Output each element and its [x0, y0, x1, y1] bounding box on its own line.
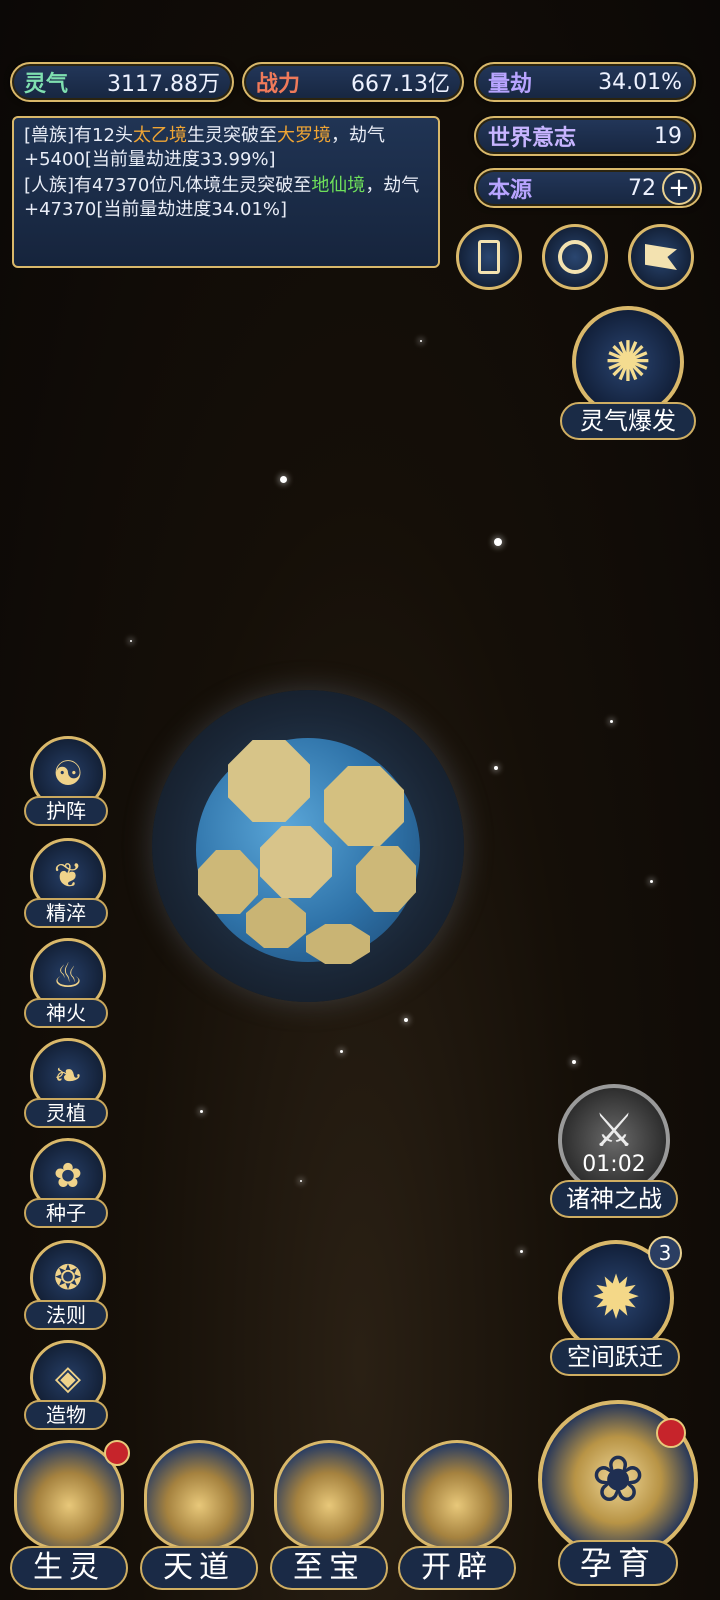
creation-emblem-icon	[402, 1440, 512, 1550]
starburst-icon: ✺	[604, 329, 652, 395]
treasure-emblem-icon	[274, 1440, 384, 1550]
realm-text: 大罗境	[276, 125, 331, 146]
nav-label: 开辟	[398, 1546, 516, 1590]
space-leap-button[interactable]: ✹ 3 空间跃迁	[548, 1236, 684, 1378]
side-button-label: 灵植	[24, 1098, 108, 1128]
embryo-icon: ❀	[591, 1443, 645, 1517]
log-text: [兽族]有12头	[24, 125, 133, 146]
spirit-burst-button[interactable]: ✺ 灵气爆发	[560, 306, 696, 442]
side-button-label: 种子	[24, 1198, 108, 1228]
side-button-zaowu[interactable]: ◈ 造物	[24, 1340, 114, 1436]
book-icon	[478, 240, 500, 274]
flag-icon	[645, 244, 677, 270]
liangjie-label: 量劫	[488, 72, 533, 97]
plus-icon: +	[668, 173, 690, 203]
log-text: 生灵突破至	[186, 125, 277, 146]
log-text: [人族]有47370位凡体境生灵突破至	[24, 175, 312, 196]
side-button-label: 神火	[24, 998, 108, 1028]
world-will-stat: 世界意志 19	[474, 116, 696, 156]
nav-shengling[interactable]: 生灵	[10, 1440, 130, 1596]
land-plate	[246, 898, 306, 948]
side-button-zhongzi[interactable]: ✿ 种子	[24, 1138, 114, 1234]
shield-ring-button[interactable]	[542, 224, 608, 290]
zhanli-label: 战力	[256, 72, 301, 97]
realm-text: 地仙境	[311, 175, 366, 196]
notification-dot	[104, 1440, 130, 1466]
heaven-way-emblem-icon	[144, 1440, 254, 1550]
nav-label: 生灵	[10, 1546, 128, 1590]
lingqi-stat: 灵气 3117.88万	[10, 62, 234, 102]
nav-label: 至宝	[270, 1546, 388, 1590]
side-button-label: 精淬	[24, 898, 108, 928]
side-button-jingcui[interactable]: ❦ 精淬	[24, 838, 114, 934]
nurture-button[interactable]: ❀ 孕育	[532, 1400, 704, 1596]
side-button-huzhen[interactable]: ☯ 护阵	[24, 736, 114, 832]
origin-stat: 本源 72 +	[474, 168, 702, 208]
spirit-burst-label: 灵气爆发	[560, 402, 696, 440]
side-button-lingzhi[interactable]: ❧ 灵植	[24, 1038, 114, 1134]
origin-value: 72	[628, 175, 656, 201]
book-button[interactable]	[456, 224, 522, 290]
flag-button[interactable]	[628, 224, 694, 290]
sword-icon: ⚔	[593, 1103, 635, 1157]
space-leap-badge: 3	[648, 1236, 682, 1270]
origin-label: 本源	[488, 178, 533, 203]
add-origin-button[interactable]: +	[662, 171, 696, 205]
lingqi-value: 3117.88万	[107, 72, 220, 97]
side-button-label: 护阵	[24, 796, 108, 826]
land-plate	[306, 924, 370, 964]
lingqi-label: 灵气	[24, 72, 69, 97]
side-button-label: 造物	[24, 1400, 108, 1430]
space-leap-label: 空间跃迁	[550, 1338, 680, 1376]
log-entry: [人族]有47370位凡体境生灵突破至地仙境，劫气+47370[当前量劫进度34…	[24, 174, 428, 222]
war-timer: 01:02	[582, 1152, 646, 1177]
world-will-value: 19	[654, 123, 682, 149]
side-button-faze[interactable]: ❂ 法则	[24, 1240, 114, 1336]
land-plate	[324, 766, 404, 846]
zhanli-value: 667.13亿	[351, 72, 450, 97]
log-entry: [兽族]有12头太乙境生灵突破至大罗境，劫气+5400[当前量劫进度33.99%…	[24, 124, 428, 172]
battle-of-gods-button[interactable]: ⚔ 01:02 诸神之战	[548, 1084, 680, 1220]
shield-ring-icon	[558, 240, 592, 274]
nav-tiandao[interactable]: 天道	[140, 1440, 258, 1596]
battle-of-gods-label: 诸神之战	[550, 1180, 678, 1218]
realm-text: 太乙境	[132, 125, 187, 146]
nav-zhibao[interactable]: 至宝	[270, 1440, 388, 1596]
notification-dot	[656, 1418, 686, 1448]
liangjie-value: 34.01%	[598, 69, 682, 95]
nurture-label: 孕育	[558, 1540, 678, 1586]
zhanli-stat: 战力 667.13亿	[242, 62, 464, 102]
liangjie-stat: 量劫 34.01%	[474, 62, 696, 102]
side-button-shenhuo[interactable]: ♨ 神火	[24, 938, 114, 1034]
land-plate	[356, 846, 416, 912]
world-will-label: 世界意志	[488, 126, 577, 151]
event-log: [兽族]有12头太乙境生灵突破至大罗境，劫气+5400[当前量劫进度33.99%…	[12, 116, 440, 268]
nav-kaipi[interactable]: 开辟	[398, 1440, 516, 1596]
vortex-icon: ✹	[590, 1263, 642, 1333]
nav-label: 天道	[140, 1546, 258, 1590]
side-button-label: 法则	[24, 1300, 108, 1330]
planet[interactable]	[152, 690, 464, 1002]
